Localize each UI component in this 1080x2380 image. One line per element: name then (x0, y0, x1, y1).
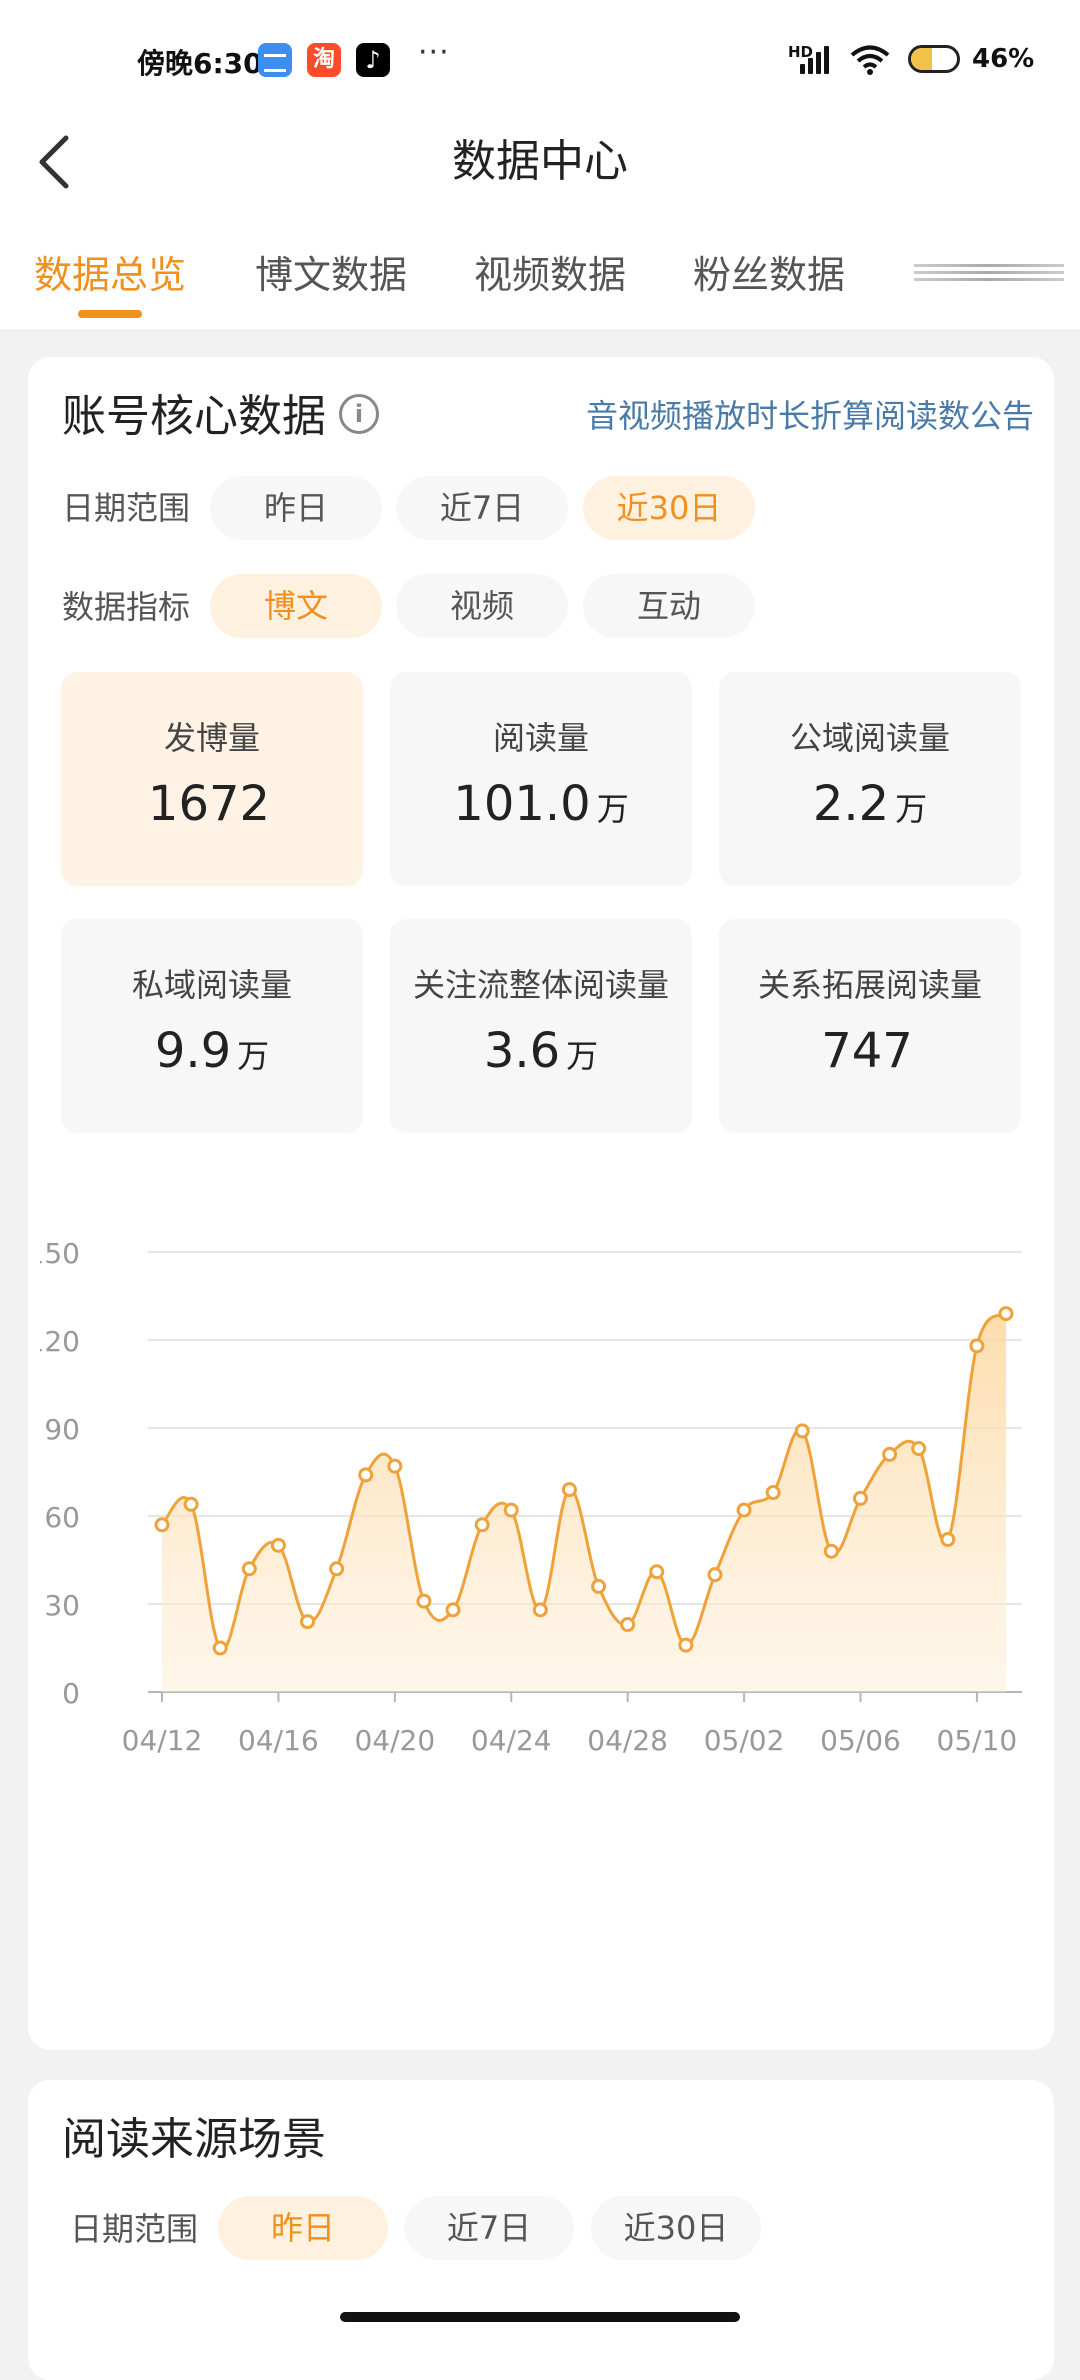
y-tick-label: 60 (44, 1501, 80, 1534)
y-tick-label: 30 (44, 1589, 80, 1622)
data-point[interactable] (620, 1617, 636, 1633)
data-point[interactable] (387, 1458, 403, 1474)
date-chip-30days[interactable]: 近30日 (583, 476, 755, 540)
y-tick-label: 90 (44, 1413, 80, 1446)
x-tick-label: 05/02 (704, 1724, 785, 1757)
info-icon[interactable]: i (339, 394, 379, 434)
battery-icon (908, 45, 960, 73)
status-bar: 傍晚6:30 淘 ♪ ··· HD 46% (0, 0, 1080, 120)
metric-value: 101.0 万 (453, 776, 629, 832)
y-tick-label: 150 (40, 1237, 80, 1270)
taobao-icon: 淘 (307, 43, 341, 77)
x-tick-label: 04/28 (587, 1724, 668, 1757)
date-chip-yesterday[interactable]: 昨日 (210, 476, 382, 540)
reading-conversion-notice-link[interactable]: 音视频播放时长折算阅读数公告 (586, 393, 1034, 439)
page-title: 数据中心 (452, 136, 628, 187)
data-point[interactable] (678, 1637, 694, 1653)
data-point[interactable] (503, 1502, 519, 1518)
data-point[interactable] (154, 1517, 170, 1533)
metric-value: 9.9 万 (154, 1023, 270, 1079)
metric-label: 公域阅读量 (789, 719, 950, 757)
source-date-chip-7days[interactable]: 近7日 (404, 2196, 574, 2260)
x-tick-label: 04/24 (471, 1724, 552, 1757)
y-tick-label: 120 (40, 1325, 80, 1358)
data-point[interactable] (765, 1485, 781, 1501)
data-point[interactable] (736, 1502, 752, 1518)
tab-active-indicator (78, 310, 142, 318)
data-point[interactable] (591, 1578, 607, 1594)
metric-value: 747 (821, 1023, 913, 1079)
tab-post-data[interactable]: 博文数据 (255, 247, 407, 303)
metric-tile-follow-feed-reads[interactable]: 关注流整体阅读量 3.6 万 (390, 919, 692, 1133)
home-indicator (340, 2312, 740, 2322)
data-point[interactable] (416, 1593, 432, 1609)
data-point[interactable] (852, 1490, 868, 1506)
metric-value: 3.6 万 (483, 1023, 599, 1079)
tab-video-data[interactable]: 视频数据 (474, 247, 626, 303)
date-range-label: 日期范围 (62, 489, 191, 527)
x-tick-label: 04/20 (354, 1724, 435, 1757)
data-point[interactable] (358, 1467, 374, 1483)
x-tick-label: 05/06 (820, 1724, 901, 1757)
metric-label: 关注流整体阅读量 (412, 966, 669, 1004)
data-point[interactable] (794, 1423, 810, 1439)
data-point[interactable] (270, 1537, 286, 1553)
more-notifications-icon: ··· (418, 35, 450, 70)
tab-fans-data[interactable]: 粉丝数据 (693, 247, 845, 303)
date-chip-7days[interactable]: 近7日 (396, 476, 568, 540)
metric-tile-public-reads[interactable]: 公域阅读量 2.2 万 (719, 672, 1021, 886)
metric-label: 关系拓展阅读量 (757, 966, 982, 1004)
tab-overflow-item[interactable] (914, 260, 1064, 288)
tiktok-icon: ♪ (356, 43, 390, 77)
metric-value: 1672 (147, 776, 271, 832)
data-point[interactable] (212, 1640, 228, 1656)
series-area (162, 1313, 1006, 1692)
signal-icon (800, 46, 830, 74)
data-point[interactable] (882, 1446, 898, 1462)
data-point[interactable] (911, 1441, 927, 1457)
data-point[interactable] (183, 1496, 199, 1512)
battery-percent: 46% (972, 44, 1035, 74)
data-point[interactable] (969, 1338, 985, 1354)
x-tick-label: 04/16 (238, 1724, 319, 1757)
metric-label: 阅读量 (492, 719, 589, 757)
metric-tile-private-reads[interactable]: 私域阅读量 9.9 万 (61, 919, 363, 1133)
metric-chip-interaction[interactable]: 互动 (583, 574, 755, 638)
read-source-title: 阅读来源场景 (62, 2114, 326, 2165)
metric-chip-posts[interactable]: 博文 (210, 574, 382, 638)
metric-tile-reads[interactable]: 阅读量 101.0 万 (390, 672, 692, 886)
wifi-icon (850, 45, 890, 75)
metric-label: 私域阅读量 (131, 966, 292, 1004)
wallet-icon (258, 43, 292, 77)
data-point[interactable] (445, 1602, 461, 1618)
data-point[interactable] (823, 1543, 839, 1559)
metric-type-label: 数据指标 (62, 588, 191, 626)
data-point[interactable] (561, 1482, 577, 1498)
metric-label: 发博量 (163, 719, 260, 757)
data-point[interactable] (940, 1531, 956, 1547)
x-tick-label: 04/12 (122, 1724, 203, 1757)
source-date-chip-yesterday[interactable]: 昨日 (218, 2196, 388, 2260)
data-point[interactable] (329, 1561, 345, 1577)
metric-value: 2.2 万 (812, 776, 928, 832)
metric-chip-video[interactable]: 视频 (396, 574, 568, 638)
source-date-range-label: 日期范围 (70, 2210, 199, 2248)
data-point[interactable] (300, 1614, 316, 1630)
data-point[interactable] (532, 1602, 548, 1618)
data-point[interactable] (474, 1517, 490, 1533)
data-point[interactable] (649, 1564, 665, 1580)
x-tick-label: 05/10 (937, 1724, 1018, 1757)
status-time: 傍晚6:30 (137, 47, 263, 80)
tab-overview[interactable]: 数据总览 (34, 247, 186, 303)
data-point[interactable] (998, 1306, 1014, 1322)
source-date-chip-30days[interactable]: 近30日 (591, 2196, 761, 2260)
data-point[interactable] (707, 1567, 723, 1583)
core-data-title: 账号核心数据 (62, 391, 326, 442)
y-tick-label: 0 (62, 1677, 80, 1710)
metric-tile-relation-reads[interactable]: 关系拓展阅读量 747 (719, 919, 1021, 1133)
reads-trend-chart[interactable]: 0 30 60 90 120 150 04/12 04/16 04/20 04/24 04/28 05… (40, 1220, 1040, 2020)
data-point[interactable] (241, 1561, 257, 1577)
metric-tile-posts[interactable]: 发博量 1672 (61, 672, 363, 886)
